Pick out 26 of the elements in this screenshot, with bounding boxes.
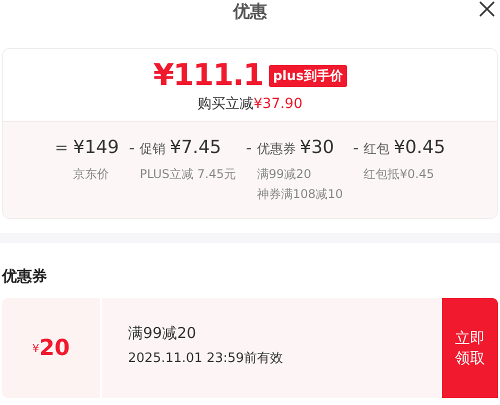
close-icon[interactable] [478, 0, 496, 18]
breakdown-note: 京东价 [73, 166, 110, 183]
operator-sign: - [352, 137, 359, 159]
section-heading: 优惠券 [0, 266, 48, 287]
saving-text: 购买立减¥37.90 [198, 95, 302, 113]
coupon-validity: 2025.11.01 23:59前有效 [128, 350, 284, 367]
price-badge: plus到手价 [269, 65, 347, 87]
breakdown-label: 红包 [364, 141, 390, 158]
claim-button[interactable]: 立即领取 [442, 298, 498, 398]
breakdown-note: 满99减20 [256, 166, 312, 183]
breakdown-note: 红包抵¥0.45 [364, 166, 436, 183]
operator-sign: = [54, 137, 68, 159]
breakdown-note: PLUS立减 7.45元 [140, 166, 236, 183]
coupon-value: ¥20 [2, 298, 100, 398]
breakdown-amount: ¥7.45 [170, 136, 222, 160]
operator-sign: - [246, 137, 252, 159]
operator-sign: - [128, 137, 135, 159]
breakdown-note: 神券满108减10 [256, 186, 343, 203]
breakdown-label: 促销 [140, 141, 166, 158]
breakdown-amount: ¥0.45 [394, 136, 446, 160]
breakdown-label: 优惠券 [256, 141, 296, 158]
dialog-title: 优惠 [233, 1, 267, 23]
breakdown-amount: ¥149 [73, 136, 119, 160]
breakdown-amount: ¥30 [300, 136, 334, 160]
final-price: ¥111.1 [153, 59, 263, 93]
coupon-condition: 满99减20 [128, 324, 198, 343]
